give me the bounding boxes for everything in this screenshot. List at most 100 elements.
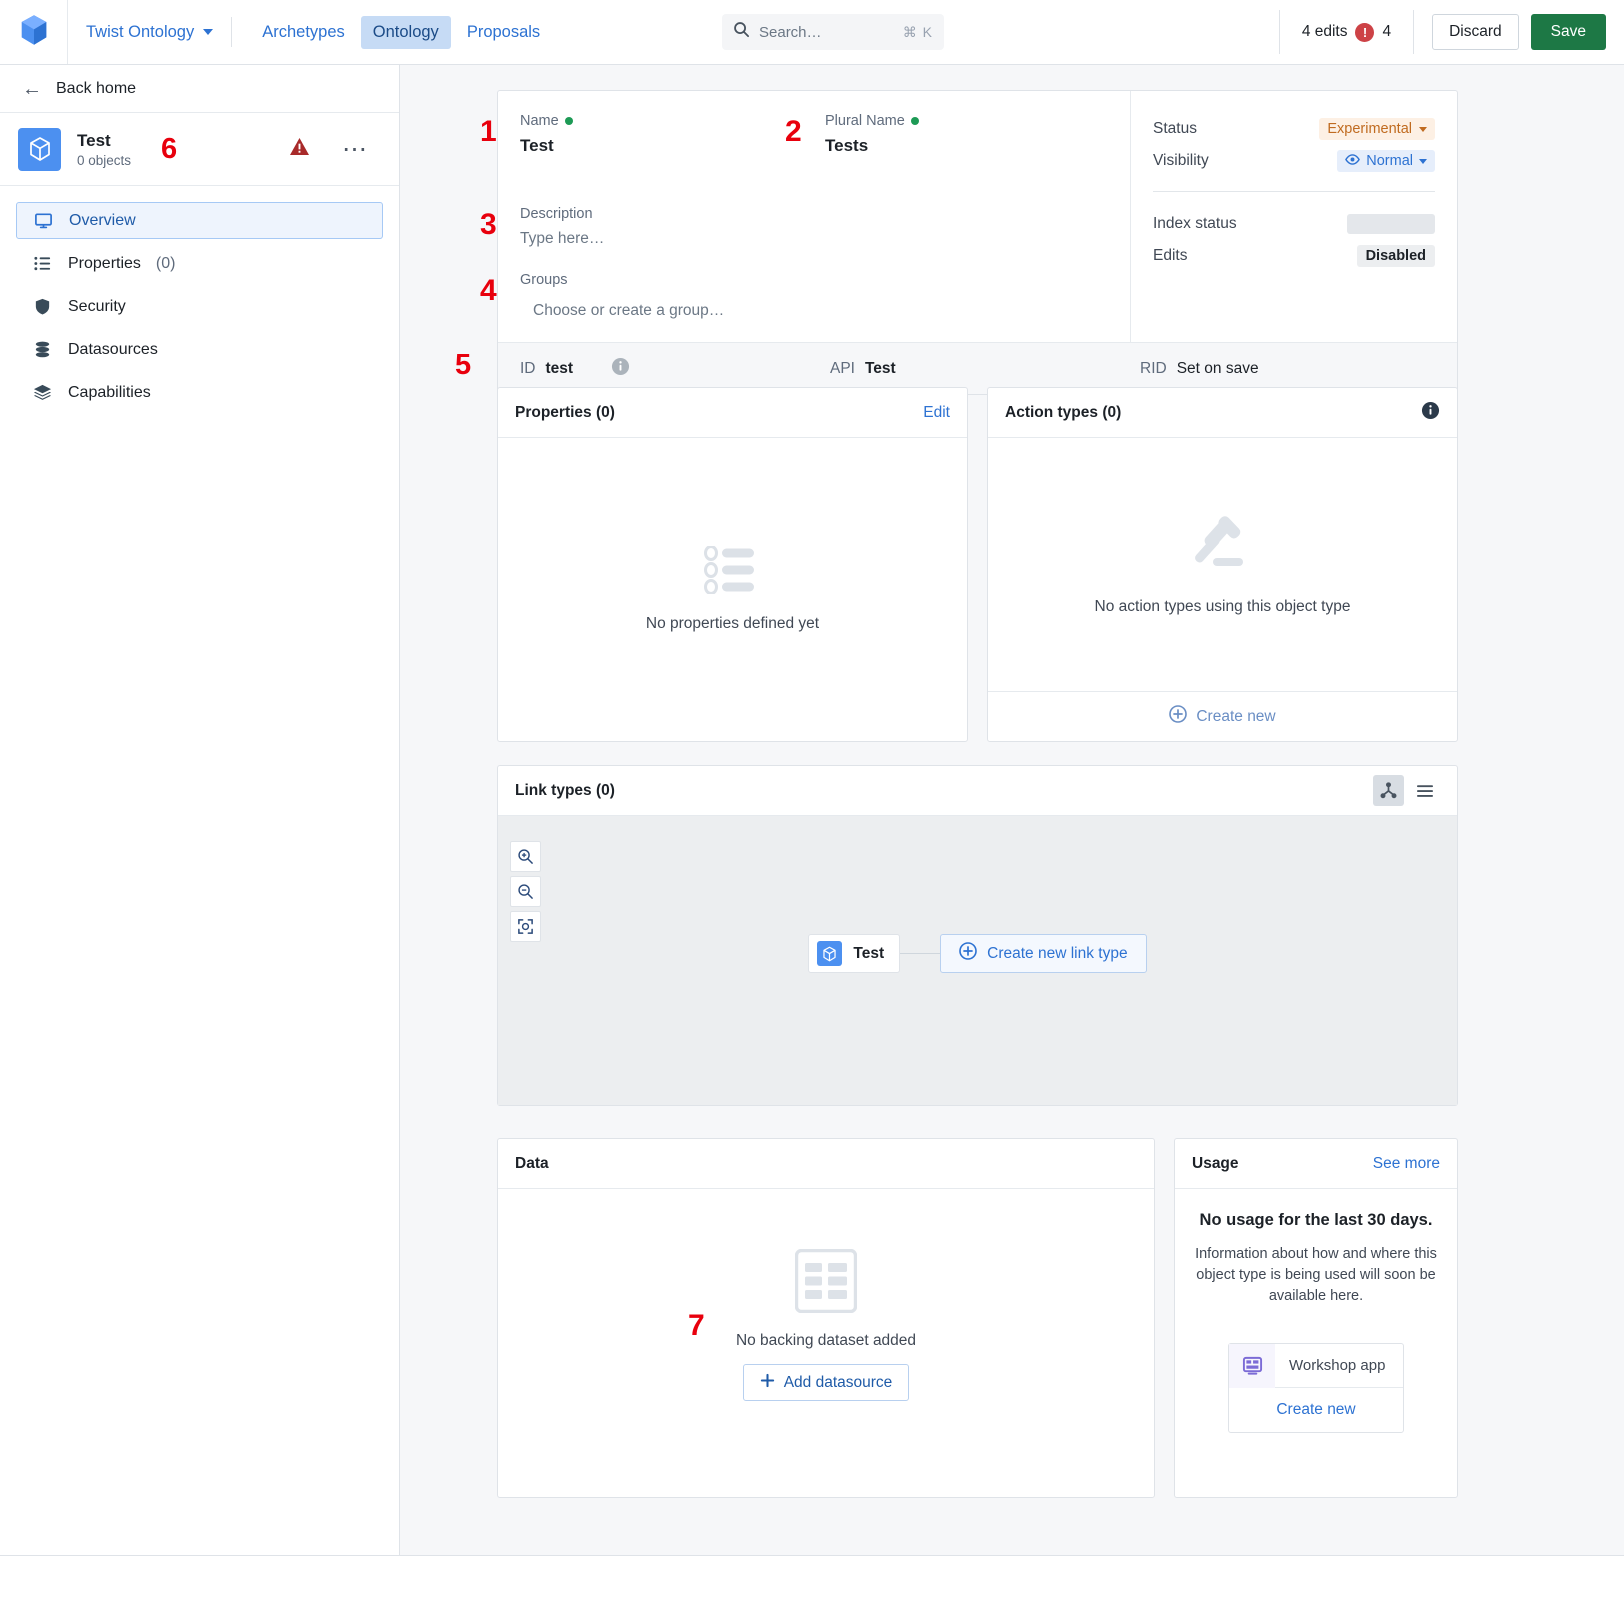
arrow-left-icon: ←	[22, 77, 42, 100]
list-view-icon[interactable]	[1409, 775, 1440, 806]
annotation-marker-7: 7	[688, 1309, 705, 1342]
action-types-create-new-button[interactable]: Create new	[988, 691, 1457, 741]
properties-card-header: Properties (0) Edit	[498, 388, 967, 438]
visibility-badge-label: Normal	[1366, 153, 1413, 169]
properties-edit-button[interactable]: Edit	[923, 404, 950, 422]
search-icon	[733, 21, 750, 43]
status-badge[interactable]: Experimental	[1319, 118, 1435, 140]
graph-zoom-controls	[510, 841, 541, 942]
data-card: Data No backing dataset added 7 Add data…	[497, 1138, 1155, 1498]
usage-app-row[interactable]: Workshop app	[1229, 1343, 1403, 1389]
annotation-marker-5: 5	[455, 349, 472, 381]
monitor-icon	[33, 210, 54, 231]
zoom-out-icon[interactable]	[510, 876, 541, 907]
back-home-button[interactable]: ← Back home	[0, 65, 399, 113]
action-types-card-title: Action types (0)	[1005, 403, 1122, 421]
name-label-text: Name	[520, 113, 559, 129]
zoom-in-icon[interactable]	[510, 841, 541, 872]
usage-create-new-button[interactable]: Create new	[1229, 1388, 1403, 1432]
visibility-label: Visibility	[1153, 152, 1209, 169]
name-label: Name	[520, 113, 825, 129]
link-types-view-toggle	[1373, 775, 1440, 806]
object-title: Test	[77, 130, 111, 150]
divider	[1153, 191, 1435, 192]
nav-archetypes[interactable]: Archetypes	[250, 16, 357, 49]
info-icon[interactable]	[611, 357, 630, 381]
sidebar-nav: Overview Properties (0) Security Datasou…	[0, 186, 399, 411]
annotation-marker-3: 3	[480, 208, 497, 241]
workspace-name: Twist Ontology	[86, 22, 195, 41]
table-icon	[794, 1248, 858, 1318]
sidebar-item-label: Security	[68, 297, 126, 315]
usage-see-more-link[interactable]: See more	[1373, 1155, 1440, 1173]
plural-name-value: Tests	[825, 136, 869, 155]
graph-node-test[interactable]: Test	[808, 934, 901, 973]
create-new-link-type-label: Create new link type	[987, 944, 1128, 962]
search-input[interactable]: Search… ⌘ K	[722, 14, 944, 50]
id-value: test	[545, 359, 574, 377]
data-empty-text: No backing dataset added	[735, 1332, 917, 1349]
sidebar-item-label: Properties	[68, 254, 141, 272]
groups-placeholder: Choose or create a group…	[533, 302, 725, 319]
object-meta: Test 0 objects	[77, 131, 131, 168]
workspace-selector[interactable]: Twist Ontology	[86, 22, 214, 42]
groups-field[interactable]: 4 Groups Choose or create a group…	[480, 272, 1130, 320]
edits-label: 4 edits	[1301, 23, 1348, 40]
sidebar-item-label: Datasources	[68, 340, 158, 358]
info-icon[interactable]	[1421, 401, 1440, 425]
cube-logo-icon	[19, 14, 49, 51]
status-badge-label: Experimental	[1327, 121, 1412, 137]
plural-name-label: Plural Name	[825, 113, 1130, 129]
id-segment: ID test	[520, 357, 830, 381]
summary-fields: 1 Name Test 2 Plural Name Tests 3 Descri…	[480, 91, 1131, 342]
add-datasource-button[interactable]: Add datasource	[742, 1364, 910, 1401]
edits-status[interactable]: 4 edits ! 4	[1278, 10, 1415, 54]
create-new-link-type-button[interactable]: Create new link type	[940, 934, 1147, 973]
gavel-icon	[1187, 513, 1259, 582]
sidebar-item-datasources[interactable]: Datasources	[16, 331, 383, 368]
link-types-graph[interactable]: Test Create new link type	[498, 816, 1457, 1105]
name-row: 1 Name Test 2 Plural Name Tests	[480, 113, 1130, 156]
sidebar-item-count: (0)	[155, 254, 176, 272]
index-status-label: Index status	[1153, 215, 1237, 232]
save-button[interactable]: Save	[1530, 14, 1606, 50]
object-subtitle: 0 objects	[77, 152, 132, 168]
layers-icon	[32, 382, 53, 403]
visibility-badge[interactable]: Normal	[1337, 150, 1435, 172]
nav-ontology[interactable]: Ontology	[360, 15, 451, 49]
sidebar-item-properties[interactable]: Properties (0)	[16, 245, 383, 282]
sidebar-item-capabilities[interactable]: Capabilities	[16, 374, 383, 411]
link-types-card-header: Link types (0)	[498, 766, 1457, 816]
plus-icon	[760, 1373, 775, 1393]
groups-label: Groups	[520, 272, 568, 288]
sidebar-item-security[interactable]: Security	[16, 288, 383, 325]
plural-name-field[interactable]: 2 Plural Name Tests	[785, 113, 1130, 156]
chevron-down-icon	[1419, 158, 1427, 164]
usage-card-header: Usage See more	[1175, 1139, 1457, 1189]
search-placeholder: Search…	[759, 23, 822, 41]
description-field[interactable]: 3 Description Type here…	[480, 206, 1130, 248]
annotation-marker-6: 6	[161, 132, 178, 165]
graph-canvas-content: Test Create new link type	[498, 934, 1457, 973]
brand-cell[interactable]	[0, 0, 68, 64]
more-options-icon[interactable]: ⋯	[342, 137, 369, 162]
discard-button[interactable]: Discard	[1432, 14, 1519, 50]
cards-row: Properties (0) Edit No properties define…	[497, 387, 1458, 742]
sidebar: ← Back home Test 0 objects 6 ⋯ Overview …	[0, 65, 400, 1555]
name-value: Test	[520, 136, 554, 155]
api-value: Test	[864, 359, 896, 377]
usage-card: Usage See more No usage for the last 30 …	[1174, 1138, 1458, 1498]
annotation-marker-2: 2	[785, 115, 802, 148]
sidebar-item-overview[interactable]: Overview	[16, 202, 383, 239]
name-field[interactable]: 1 Name Test	[480, 113, 825, 156]
summary-top: 1 Name Test 2 Plural Name Tests 3 Descri…	[480, 91, 1457, 342]
graph-view-icon[interactable]	[1373, 775, 1404, 806]
index-status-row: Index status	[1153, 208, 1435, 240]
warning-triangle-icon[interactable]	[289, 137, 310, 161]
action-types-card: Action types (0) No action types using t…	[987, 387, 1458, 742]
description-label: Description	[520, 206, 593, 222]
graph-node-label: Test	[853, 944, 885, 962]
error-badge-icon: !	[1355, 22, 1375, 42]
graph-edge	[900, 953, 941, 954]
nav-proposals[interactable]: Proposals	[455, 16, 552, 49]
